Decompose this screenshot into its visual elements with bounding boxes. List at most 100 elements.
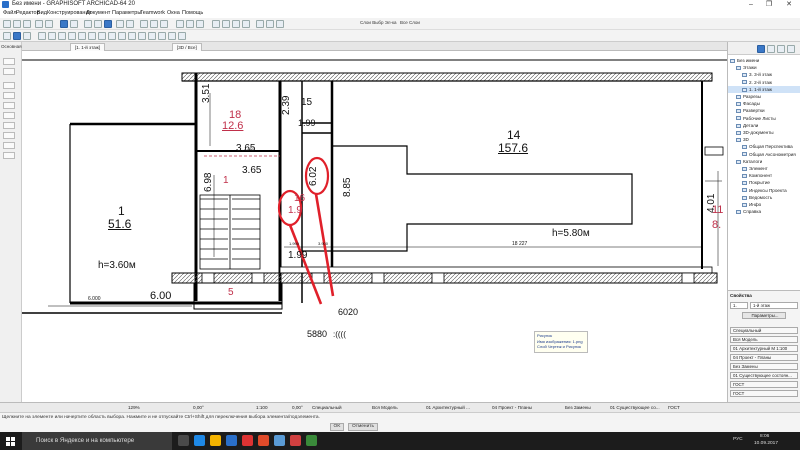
menu-window[interactable]: Окна xyxy=(167,10,180,16)
edge-browser-icon[interactable] xyxy=(194,435,205,446)
story-name-field[interactable]: 1-й этаж xyxy=(750,302,798,309)
toolbox-door-icon[interactable] xyxy=(3,142,15,149)
task-view-icon[interactable] xyxy=(178,435,189,446)
model-view-icon[interactable] xyxy=(196,20,204,28)
wall-tool-icon[interactable] xyxy=(38,32,46,40)
toolbox-beam-icon[interactable] xyxy=(3,102,15,109)
app-icon-green[interactable] xyxy=(306,435,317,446)
polyline-tool-icon[interactable] xyxy=(168,32,176,40)
layer-combo-selector[interactable]: 01 Архитектурный ... xyxy=(426,405,470,410)
navigator-item[interactable]: Каталоги xyxy=(728,158,800,165)
slab-tool-icon[interactable] xyxy=(68,32,76,40)
navigator-item[interactable]: Рабочие Листы xyxy=(728,115,800,122)
story-number-field[interactable]: 1. xyxy=(730,302,748,309)
section-icon[interactable] xyxy=(150,20,158,28)
bim-icon[interactable] xyxy=(276,20,284,28)
fit-window-icon[interactable] xyxy=(126,20,134,28)
project-map-icon[interactable] xyxy=(757,45,765,53)
line-tool-icon[interactable] xyxy=(148,32,156,40)
rotation-angle[interactable]: 0,00° xyxy=(193,405,204,410)
minimize-button[interactable]: – xyxy=(744,0,758,9)
zone-tool-icon[interactable] xyxy=(98,32,106,40)
store-icon[interactable] xyxy=(226,435,237,446)
navigator-item[interactable]: Общая Перспектива xyxy=(728,143,800,150)
menu-options[interactable]: Параметры xyxy=(112,10,141,16)
measure-icon[interactable] xyxy=(212,20,220,28)
publisher-icon[interactable] xyxy=(787,45,795,53)
navigator-item[interactable]: Инфо xyxy=(728,201,800,208)
navigator-item[interactable]: 2. 2-й этаж xyxy=(728,79,800,86)
zoom-out-icon[interactable] xyxy=(94,20,102,28)
navigator-item[interactable]: 3. 3-й этаж xyxy=(728,71,800,78)
pen-set-icon[interactable] xyxy=(186,20,194,28)
orientation-angle[interactable]: 0,00° xyxy=(292,405,303,410)
toolbox-roof-icon[interactable] xyxy=(3,122,15,129)
navigator-item[interactable]: Ведомость xyxy=(728,194,800,201)
navigator-item[interactable]: Компонент xyxy=(728,172,800,179)
toolbox-wall-icon[interactable] xyxy=(3,82,15,89)
label-tool-icon[interactable] xyxy=(128,32,136,40)
dimension-standard-selector[interactable]: ГОСТ xyxy=(668,405,680,410)
tab-3d-view[interactable]: [3D / Все] xyxy=(172,43,202,51)
fill-tool-icon[interactable] xyxy=(138,32,146,40)
archicad-taskbar-icon[interactable] xyxy=(274,435,285,446)
select-arrow-icon[interactable] xyxy=(3,32,11,40)
tab-floor-plan[interactable]: [1. 1-й этаж] xyxy=(70,43,105,51)
view-setting-item[interactable]: ГОСТ xyxy=(730,390,798,397)
door-tool-icon[interactable] xyxy=(48,32,56,40)
view-setting-item[interactable]: 04 Проект - Планы xyxy=(730,354,798,361)
navigator-item[interactable]: Фасады xyxy=(728,100,800,107)
file-explorer-icon[interactable] xyxy=(210,435,221,446)
guideline-icon[interactable] xyxy=(222,20,230,28)
renovation-icon[interactable] xyxy=(242,20,250,28)
menu-document[interactable]: Документ xyxy=(86,10,110,16)
dimension-tool-icon[interactable] xyxy=(108,32,116,40)
view-setting-item[interactable]: 01 Архитектурный М 1:100 xyxy=(730,345,798,352)
text-tool-icon[interactable] xyxy=(118,32,126,40)
renovation-selector[interactable]: Без Замены xyxy=(565,405,591,410)
figure-tool-icon[interactable] xyxy=(178,32,186,40)
navigator-item[interactable]: 3D xyxy=(728,136,800,143)
toolbox-stair-icon[interactable] xyxy=(3,132,15,139)
mode-selector[interactable]: Специальный xyxy=(312,405,342,410)
3d-view-icon[interactable] xyxy=(140,20,148,28)
marquee-icon[interactable] xyxy=(70,20,78,28)
pen-set-selector[interactable]: 04 Проект - Планы xyxy=(492,405,532,410)
ok-button[interactable]: OK xyxy=(330,423,344,431)
view-setting-item[interactable]: ГОСТ xyxy=(730,381,798,388)
menu-design[interactable]: Конструирование xyxy=(47,10,92,16)
layer-combo-label[interactable]: Слои Выбр Эл-ка xyxy=(360,20,397,25)
navigator-item[interactable]: Детали xyxy=(728,122,800,129)
publish-icon[interactable] xyxy=(256,20,264,28)
roof-tool-icon[interactable] xyxy=(88,32,96,40)
selection-mode-icon[interactable] xyxy=(13,32,21,40)
menu-file[interactable]: Файл xyxy=(3,10,17,16)
open-file-icon[interactable] xyxy=(13,20,21,28)
marquee-mode-icon[interactable] xyxy=(23,32,31,40)
view-setting-item[interactable]: Вся Модель xyxy=(730,336,798,343)
toolbox-arrow-icon[interactable] xyxy=(3,58,15,65)
menu-view[interactable]: Вид xyxy=(37,10,47,16)
menu-help[interactable]: Помощь xyxy=(182,10,203,16)
close-button[interactable]: ✕ xyxy=(782,0,796,9)
renovation-combo-label[interactable]: Все Слои xyxy=(400,20,420,25)
arc-tool-icon[interactable] xyxy=(158,32,166,40)
grid-snap-icon[interactable] xyxy=(104,20,112,28)
taskbar-search[interactable]: Поиск в Яндексе и на компьютере xyxy=(22,432,172,450)
undo-icon[interactable] xyxy=(35,20,43,28)
app-icon-red[interactable] xyxy=(290,435,301,446)
navigator-item[interactable]: 3D-документы xyxy=(728,129,800,136)
zoom-level[interactable]: 129% xyxy=(128,405,140,410)
toolbox-marquee-icon[interactable] xyxy=(3,68,15,75)
navigator-item[interactable]: Покрытие xyxy=(728,179,800,186)
zoom-in-icon[interactable] xyxy=(84,20,92,28)
language-indicator[interactable]: РУС xyxy=(733,437,743,442)
redo-icon[interactable] xyxy=(45,20,53,28)
new-file-icon[interactable] xyxy=(3,20,11,28)
window-tool-icon[interactable] xyxy=(58,32,66,40)
navigator-item[interactable]: Элемент xyxy=(728,165,800,172)
teamwork-icon[interactable] xyxy=(266,20,274,28)
navigator-item[interactable]: Общая Аксонометрия xyxy=(728,151,800,158)
view-setting-item[interactable]: Специальный xyxy=(730,327,798,334)
opera-icon[interactable] xyxy=(258,435,269,446)
